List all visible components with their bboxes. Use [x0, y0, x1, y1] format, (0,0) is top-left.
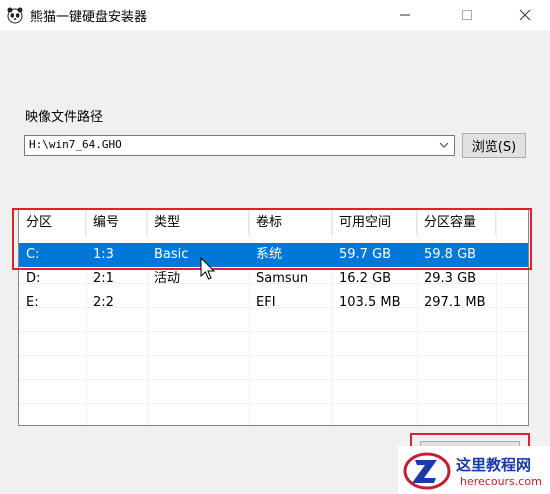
chevron-down-icon[interactable]: [437, 138, 451, 152]
cell-free-space: 16.2 GB: [339, 271, 392, 286]
mouse-cursor-icon: [200, 257, 216, 280]
title-bar: 熊猫一键硬盘安装器: [0, 0, 550, 30]
maximize-button[interactable]: [444, 0, 490, 30]
cell-capacity: 29.3 GB: [424, 271, 477, 286]
cell-volume-label: EFI: [256, 295, 276, 310]
minimize-icon: [400, 14, 410, 16]
close-button[interactable]: [502, 0, 548, 30]
table-row[interactable]: D: 2:1 活动 Samsun 16.2 GB 29.3 GB: [19, 267, 528, 291]
image-path-combobox[interactable]: H:\win7_64.GHO: [24, 135, 455, 156]
grid-line: [19, 379, 528, 380]
watermark-url: herecours.com: [460, 475, 542, 488]
minimize-button[interactable]: [382, 0, 428, 30]
panda-icon: [7, 7, 23, 24]
cell-number: 2:1: [93, 271, 114, 286]
maximize-icon: [462, 10, 472, 20]
watermark-title: 这里教程网: [456, 456, 532, 474]
watermark: 这里教程网 herecours.com: [398, 446, 550, 494]
watermark-logo-icon: [403, 452, 451, 490]
highlight-box: [12, 208, 532, 270]
cell-type: [147, 291, 249, 315]
cell-number: 2:2: [93, 295, 114, 310]
table-row[interactable]: E: 2:2 EFI 103.5 MB 297.1 MB: [19, 291, 528, 315]
window-title: 熊猫一键硬盘安装器: [30, 10, 148, 25]
browse-button[interactable]: 浏览(S): [462, 133, 526, 158]
image-path-label: 映像文件路径: [25, 110, 104, 125]
cell-volume-label: Samsun: [256, 271, 309, 286]
cell-type: 活动: [154, 271, 181, 286]
cell-partition: E:: [26, 295, 39, 310]
grid-line: [19, 355, 528, 356]
grid-line: [19, 331, 528, 332]
grid-line: [19, 403, 528, 404]
close-icon: [519, 9, 531, 21]
cell-free-space: 103.5 MB: [339, 295, 401, 310]
cell-capacity: 297.1 MB: [424, 295, 486, 310]
cell-partition: D:: [26, 271, 41, 286]
image-path-value: H:\win7_64.GHO: [29, 138, 122, 151]
